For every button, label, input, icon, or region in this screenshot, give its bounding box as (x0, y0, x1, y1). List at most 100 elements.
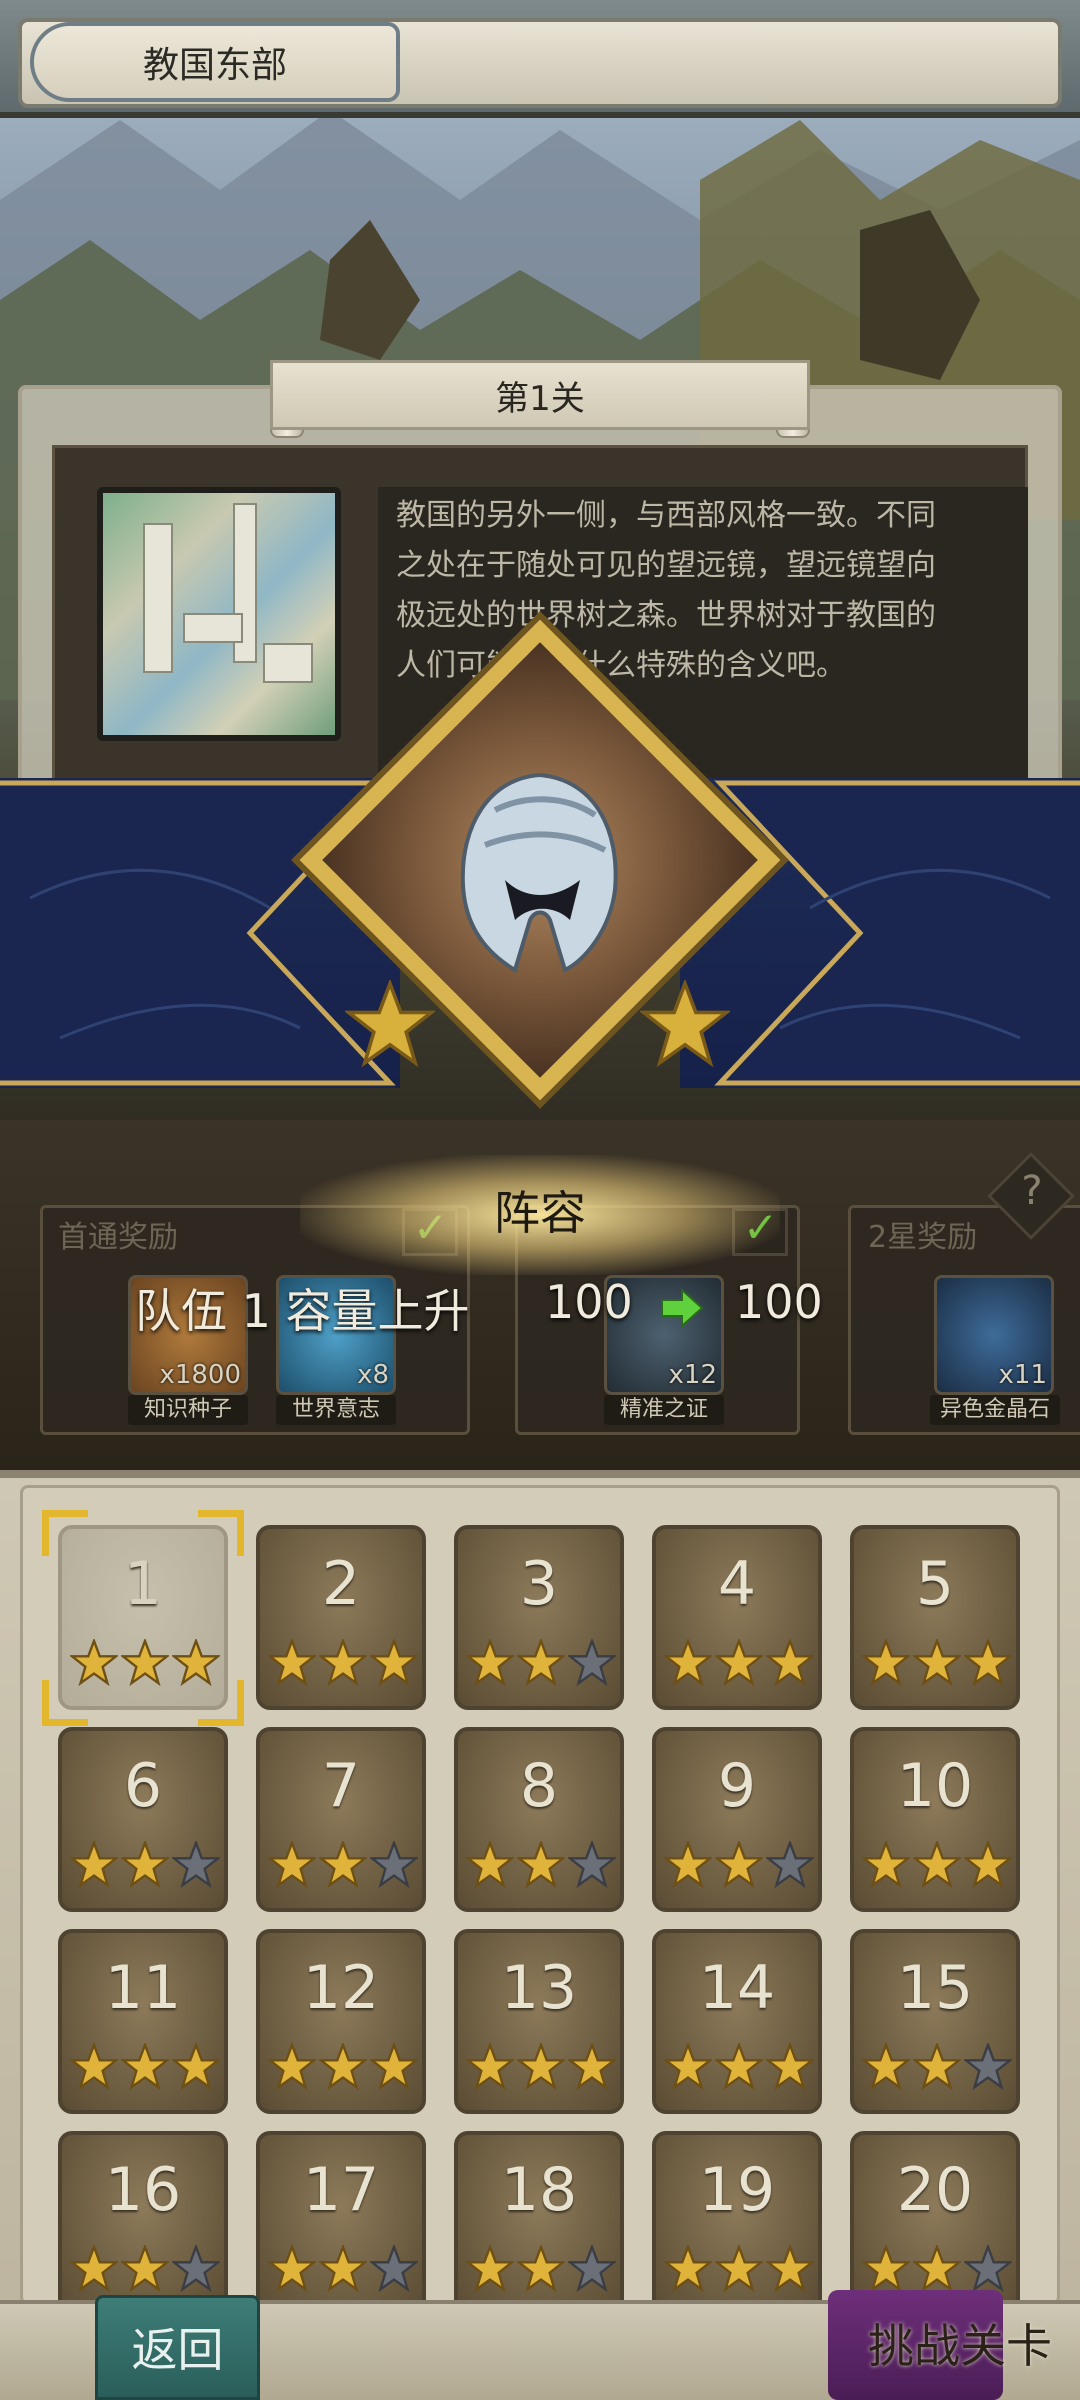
star-filled-icon (319, 2043, 367, 2091)
level-tile[interactable]: 9 (652, 1727, 822, 1912)
level-tile[interactable]: 20 (850, 2131, 1020, 2316)
level-stars (862, 2245, 1012, 2295)
back-button[interactable]: 返回 (95, 2295, 260, 2400)
item-count: x8 (357, 1360, 389, 1390)
star-empty-icon (172, 1841, 220, 1889)
level-tile[interactable]: 2 (256, 1525, 426, 1710)
star-filled-icon (862, 1841, 910, 1889)
star-filled-icon (664, 2043, 712, 2091)
level-stars (664, 1639, 814, 1689)
star-filled-icon (268, 1841, 316, 1889)
level-number: 8 (519, 1751, 559, 1821)
star-filled-icon (766, 2245, 814, 2293)
item-count: x1800 (159, 1360, 241, 1390)
star-filled-icon (766, 2043, 814, 2091)
level-stars (664, 2043, 814, 2093)
level-number: 2 (321, 1549, 361, 1619)
level-tile[interactable]: 3 (454, 1525, 624, 1710)
level-tile[interactable]: 14 (652, 1929, 822, 2114)
star-filled-icon (70, 1841, 118, 1889)
selection-corner (42, 1510, 88, 1556)
level-stars (466, 2245, 616, 2295)
star-filled-icon (121, 2043, 169, 2091)
item-count: x11 (998, 1360, 1047, 1390)
level-tile[interactable]: 13 (454, 1929, 624, 2114)
star-filled-icon (964, 1841, 1012, 1889)
description-line: 教国的另外一侧，与西部风格一致。不同 (396, 498, 936, 533)
region-title: 教国东部 (30, 22, 400, 102)
level-stars (664, 1841, 814, 1891)
star-filled-icon (517, 1639, 565, 1687)
selection-corner (198, 1510, 244, 1556)
level-tile[interactable]: 6 (58, 1727, 228, 1912)
level-tile[interactable]: 15 (850, 1929, 1020, 2114)
star-filled-icon (466, 2043, 514, 2091)
item-name: 异色金晶石 (930, 1395, 1060, 1425)
star-filled-icon (268, 1639, 316, 1687)
item-count: x12 (668, 1360, 717, 1390)
star-empty-icon (766, 1841, 814, 1889)
star-filled-icon (517, 2043, 565, 2091)
old-value: 100 (545, 1275, 633, 1329)
item-name: 世界意志 (276, 1395, 396, 1425)
level-stars (466, 2043, 616, 2093)
level-number: 11 (104, 1953, 182, 2023)
star-filled-icon (517, 1841, 565, 1889)
level-stars (862, 1841, 1012, 1891)
level-stars (70, 2043, 220, 2093)
star-filled-icon (268, 2043, 316, 2091)
star-filled-icon (466, 2245, 514, 2293)
level-stars (268, 1841, 418, 1891)
star-filled-icon (715, 2245, 763, 2293)
challenge-button[interactable]: 挑战关卡 (790, 2290, 1080, 2400)
star-filled-icon (715, 1639, 763, 1687)
level-tile[interactable]: 5 (850, 1525, 1020, 1710)
star-empty-icon (568, 1841, 616, 1889)
star-filled-icon (964, 1639, 1012, 1687)
level-number: 10 (896, 1751, 974, 1821)
level-tile[interactable]: 11 (58, 1929, 228, 2114)
challenge-button-label: 挑战关卡 (868, 2319, 1052, 2373)
popup-message: 队伍 1 容量上升 (135, 1284, 470, 1338)
selection-corner (198, 1680, 244, 1726)
star-filled-icon (715, 2043, 763, 2091)
level-number: 20 (896, 2155, 974, 2225)
level-number: 14 (698, 1953, 776, 2023)
level-stars (466, 1841, 616, 1891)
gem-icon[interactable]: x11 (934, 1275, 1054, 1395)
first-clear-label: 首通奖励 (58, 1220, 178, 1255)
level-tile[interactable]: 7 (256, 1727, 426, 1912)
level-number: 5 (915, 1549, 955, 1619)
two-star-label: 2星奖励 (868, 1220, 978, 1255)
level-number: 4 (717, 1549, 757, 1619)
new-value: 100 (735, 1275, 823, 1329)
level-number: 19 (698, 2155, 776, 2225)
description-line: 极远处的世界树之森。世界树对于教国的 (396, 598, 936, 633)
level-tile[interactable]: 18 (454, 2131, 624, 2316)
level-tile[interactable]: 16 (58, 2131, 228, 2316)
level-tile[interactable]: 10 (850, 1727, 1020, 1912)
decor-star-icon (345, 980, 435, 1068)
level-number: 17 (302, 2155, 380, 2225)
star-filled-icon (862, 2245, 910, 2293)
star-filled-icon (913, 2043, 961, 2091)
star-filled-icon (319, 1841, 367, 1889)
star-filled-icon (121, 1639, 169, 1687)
level-tile[interactable]: 19 (652, 2131, 822, 2316)
star-empty-icon (568, 1639, 616, 1687)
level-tile[interactable]: 8 (454, 1727, 624, 1912)
level-number: 13 (500, 1953, 578, 2023)
help-icon: ? (1021, 1168, 1043, 1214)
level-stars (70, 2245, 220, 2295)
star-filled-icon (319, 2245, 367, 2293)
star-filled-icon (766, 1639, 814, 1687)
star-filled-icon (913, 2245, 961, 2293)
level-number: 6 (123, 1751, 163, 1821)
star-filled-icon (664, 1841, 712, 1889)
level-tile[interactable]: 17 (256, 2131, 426, 2316)
star-filled-icon (664, 2245, 712, 2293)
level-tile[interactable]: 4 (652, 1525, 822, 1710)
level-tile[interactable]: 12 (256, 1929, 426, 2114)
star-filled-icon (862, 2043, 910, 2091)
star-empty-icon (568, 2245, 616, 2293)
